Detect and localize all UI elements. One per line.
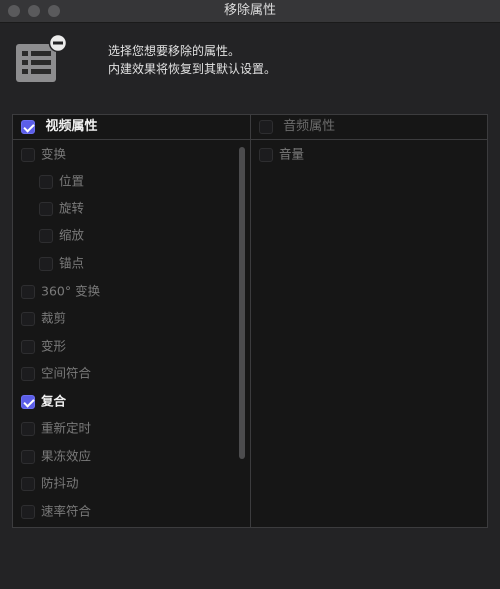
video-item-spatial-conform[interactable]: 空间符合 <box>21 363 91 383</box>
transform-checkbox[interactable] <box>21 147 35 162</box>
attributes-panel: 视频属性 音频属性 变换 位置 旋转 缩放 锚点 360° 变换 裁剪 变形 空… <box>12 114 488 528</box>
rotation-checkbox[interactable] <box>39 201 53 216</box>
video-item-stabilization[interactable]: 防抖动 <box>21 473 79 493</box>
audio-attributes-label: 音频属性 <box>283 119 336 134</box>
video-item-rotation[interactable]: 旋转 <box>39 198 84 218</box>
audio-item-volume[interactable]: 音量 <box>259 144 304 164</box>
remove-attributes-icon <box>14 33 70 86</box>
video-item-rate-conform[interactable]: 速率符合 <box>21 501 91 521</box>
compositing-checkbox[interactable] <box>21 394 35 409</box>
video-attributes-label: 视频属性 <box>45 119 98 134</box>
spatial-conform-checkbox[interactable] <box>21 366 35 381</box>
anchor-checkbox[interactable] <box>39 256 53 271</box>
scale-checkbox[interactable] <box>39 228 53 243</box>
360-transform-checkbox[interactable] <box>21 284 35 299</box>
distort-checkbox[interactable] <box>21 339 35 354</box>
video-item-scale[interactable]: 缩放 <box>39 225 84 245</box>
rate-conform-checkbox[interactable] <box>21 504 35 519</box>
instruction-text: 选择您想要移除的属性。 内建效果将恢复到其默认设置。 <box>108 42 276 78</box>
video-item-360-transform[interactable]: 360° 变换 <box>21 281 100 301</box>
video-item-retime[interactable]: 重新定时 <box>21 418 91 438</box>
instruction-line-2: 内建效果将恢复到其默认设置。 <box>108 62 277 76</box>
video-item-distort[interactable]: 变形 <box>21 336 66 356</box>
audio-attributes-header[interactable]: 音频属性 <box>259 115 335 139</box>
video-item-compositing[interactable]: 复合 <box>21 391 66 411</box>
video-item-transform[interactable]: 变换 <box>21 144 66 164</box>
crop-checkbox[interactable] <box>21 311 35 326</box>
video-item-position[interactable]: 位置 <box>39 171 84 191</box>
header-divider <box>13 139 487 140</box>
video-item-anchor[interactable]: 锚点 <box>39 253 84 273</box>
volume-checkbox[interactable] <box>259 147 273 162</box>
video-attributes-header[interactable]: 视频属性 <box>21 115 98 139</box>
stabilization-checkbox[interactable] <box>21 476 35 491</box>
rolling-shutter-checkbox[interactable] <box>21 449 35 464</box>
position-checkbox[interactable] <box>39 174 53 189</box>
window-title: 移除属性 <box>223 3 276 18</box>
video-item-rolling-shutter[interactable]: 果冻效应 <box>21 446 91 466</box>
video-item-crop[interactable]: 裁剪 <box>21 308 66 328</box>
retime-checkbox[interactable] <box>21 421 35 436</box>
instruction-line-1: 选择您想要移除的属性。 <box>108 44 241 58</box>
column-divider <box>250 115 251 527</box>
video-attributes-checkbox[interactable] <box>21 119 35 134</box>
title-bar: 移除属性 <box>0 0 500 23</box>
video-list-scrollbar[interactable] <box>239 147 245 459</box>
audio-attributes-checkbox[interactable] <box>259 119 273 134</box>
